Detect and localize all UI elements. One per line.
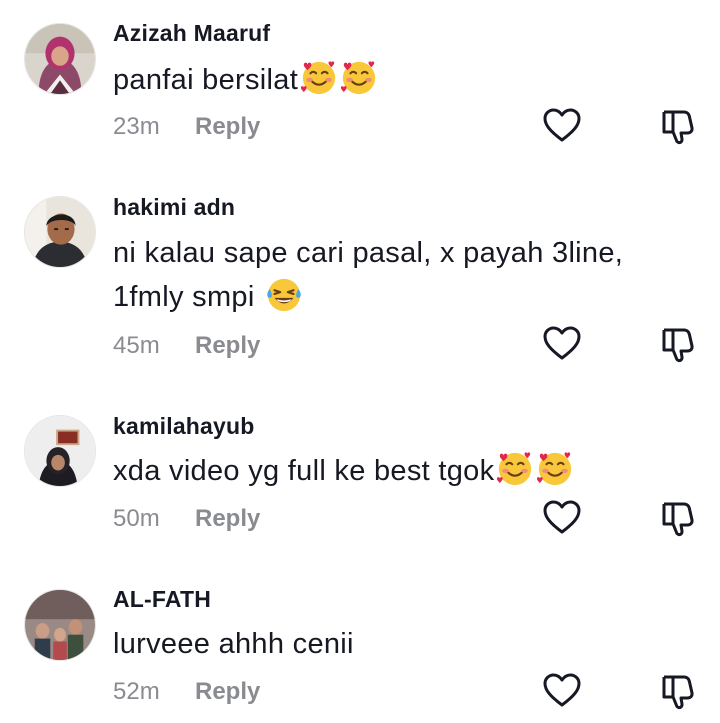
comment-text-line-2: 1fmly smpi: [113, 275, 653, 319]
heart-icon[interactable]: [542, 671, 582, 711]
smiling-face-with-hearts-emoji: [340, 59, 378, 97]
avatar[interactable]: [24, 23, 96, 95]
thumbs-down-icon[interactable]: [658, 106, 698, 146]
avatar[interactable]: [24, 589, 96, 661]
comment-text-line: ni kalau sape cari pasal, x payah 3line,: [113, 237, 624, 269]
smiling-face-with-hearts-emoji: [300, 59, 338, 97]
timestamp: 52m: [113, 678, 160, 705]
comment-meta: 45m Reply: [113, 332, 260, 360]
thumbs-down-icon[interactable]: [658, 671, 698, 711]
comment-meta: 23m Reply: [113, 113, 260, 141]
comment-text: lurveee ahhh cenii: [113, 622, 653, 666]
avatar[interactable]: [24, 415, 96, 487]
comment-text-content: panfai bersilat: [113, 64, 299, 96]
heart-icon[interactable]: [542, 498, 582, 538]
comment-meta: 52m Reply: [113, 678, 260, 706]
smiling-face-with-hearts-emoji: [536, 450, 574, 488]
timestamp: 45m: [113, 332, 160, 359]
comment-text: ni kalau sape cari pasal, x payah 3line,…: [113, 231, 653, 319]
thumbs-down-icon[interactable]: [658, 498, 698, 538]
comment-text-content: 1fmly smpi: [113, 281, 255, 313]
username[interactable]: hakimi adn: [113, 194, 235, 221]
comment-text-content: lurveee ahhh cenii: [113, 628, 354, 660]
avatar[interactable]: [24, 196, 96, 268]
timestamp: 50m: [113, 505, 160, 532]
reply-button[interactable]: Reply: [195, 332, 260, 359]
timestamp: 23m: [113, 113, 160, 140]
username[interactable]: AL-FATH: [113, 586, 211, 613]
comment-meta: 50m Reply: [113, 505, 260, 533]
smiling-face-with-hearts-emoji: [496, 450, 534, 488]
comment-text: panfai bersilat: [113, 58, 653, 102]
heart-icon[interactable]: [542, 106, 582, 146]
comment-text-content: xda video yg full ke best tgok: [113, 455, 495, 487]
face-with-tears-of-joy-emoji: [265, 276, 303, 314]
reply-button[interactable]: Reply: [195, 678, 260, 705]
username[interactable]: Azizah Maaruf: [113, 20, 270, 47]
heart-icon[interactable]: [542, 324, 582, 364]
reply-button[interactable]: Reply: [195, 505, 260, 532]
reply-button[interactable]: Reply: [195, 113, 260, 140]
comment-text: xda video yg full ke best tgok: [113, 449, 653, 493]
username[interactable]: kamilahayub: [113, 413, 255, 440]
thumbs-down-icon[interactable]: [658, 324, 698, 364]
